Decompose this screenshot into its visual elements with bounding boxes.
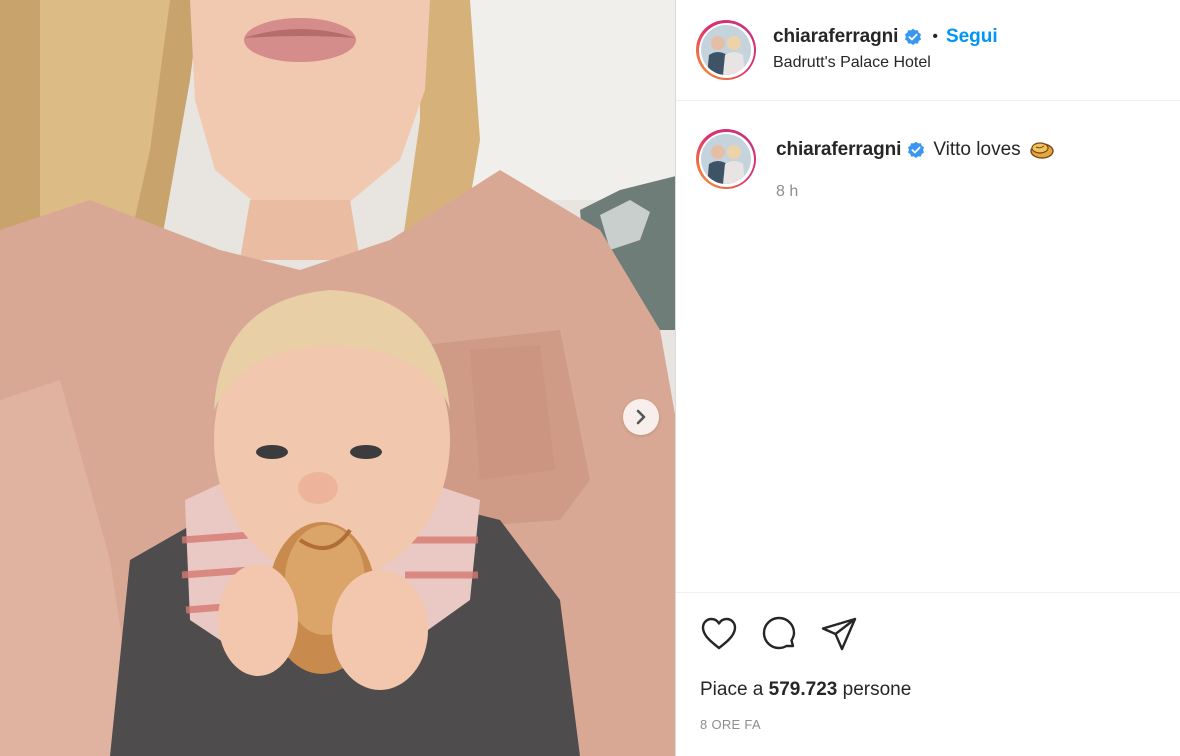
header-name-row: chiaraferragni • Segui bbox=[773, 24, 998, 50]
paper-plane-icon bbox=[821, 617, 857, 651]
likes-number: 579.723 bbox=[768, 679, 838, 700]
likes-suffix: persone bbox=[837, 679, 912, 700]
verified-badge-icon bbox=[907, 141, 925, 159]
comment-icon bbox=[762, 616, 796, 650]
avatar-border bbox=[698, 22, 754, 78]
location-link[interactable]: Badrutt's Palace Hotel bbox=[773, 54, 998, 72]
verified-badge-icon bbox=[904, 28, 922, 46]
bread-emoji-icon bbox=[1029, 140, 1055, 160]
header-username[interactable]: chiaraferragni bbox=[773, 26, 898, 48]
action-bar bbox=[700, 615, 1180, 653]
post-header: chiaraferragni • Segui Badrutt's Palace … bbox=[676, 0, 1180, 101]
caption-line: chiaraferragni Vitto loves bbox=[776, 139, 1055, 161]
avatar[interactable] bbox=[696, 20, 756, 80]
comment-button[interactable] bbox=[760, 615, 798, 653]
caption-body: chiaraferragni Vitto loves 8 h bbox=[776, 139, 1055, 201]
next-photo-button[interactable] bbox=[623, 399, 659, 435]
post-media[interactable] bbox=[0, 0, 676, 756]
caption-time[interactable]: 8 h bbox=[776, 183, 1055, 201]
caption-username[interactable]: chiaraferragni bbox=[776, 139, 901, 161]
likes-count[interactable]: Piace a 579.723 persone bbox=[700, 679, 1180, 701]
caption-avatar[interactable] bbox=[696, 129, 756, 189]
post-actions-area: Piace a 579.723 persone 8 ORE FA bbox=[676, 592, 1180, 756]
post-photo bbox=[0, 0, 675, 756]
caption-avatar-border bbox=[698, 131, 754, 187]
caption-text: Vitto loves bbox=[933, 139, 1021, 160]
caption-avatar-image bbox=[701, 134, 751, 184]
instagram-post: chiaraferragni • Segui Badrutt's Palace … bbox=[0, 0, 1180, 756]
share-button[interactable] bbox=[820, 615, 858, 653]
follow-button[interactable]: Segui bbox=[946, 26, 998, 48]
heart-icon bbox=[701, 617, 737, 650]
post-side-panel: chiaraferragni • Segui Badrutt's Palace … bbox=[676, 0, 1180, 756]
header-text: chiaraferragni • Segui Badrutt's Palace … bbox=[773, 24, 998, 72]
comments-section: chiaraferragni Vitto loves 8 h bbox=[676, 101, 1180, 592]
like-button[interactable] bbox=[700, 615, 738, 653]
caption: chiaraferragni Vitto loves 8 h bbox=[696, 129, 1160, 201]
separator-dot: • bbox=[932, 28, 938, 45]
posted-time[interactable]: 8 ORE FA bbox=[700, 717, 1180, 732]
likes-prefix: Piace a bbox=[700, 679, 769, 700]
avatar-image bbox=[701, 25, 751, 75]
chevron-right-icon bbox=[636, 409, 646, 425]
